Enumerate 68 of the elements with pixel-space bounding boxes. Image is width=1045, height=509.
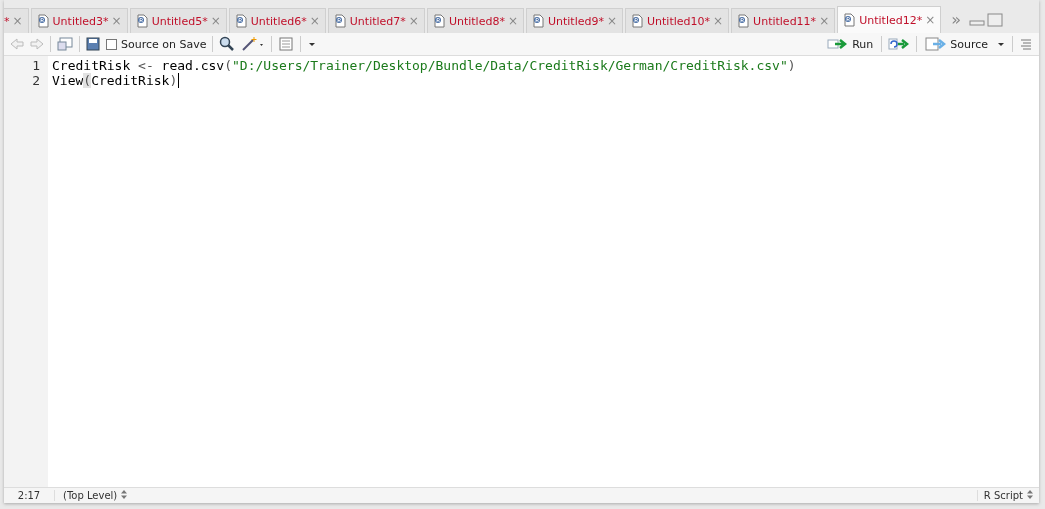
tab-title: Untitled3*	[52, 14, 109, 28]
scope-selector[interactable]: (Top Level)	[63, 490, 128, 501]
cursor-position: 2:17	[4, 490, 55, 501]
tab-overflow-button[interactable]: »	[951, 10, 962, 29]
editor-tab[interactable]: Untitled3* ×	[30, 8, 128, 33]
up-down-arrows-icon	[121, 490, 128, 499]
dropdown-caret-icon[interactable]	[307, 40, 318, 48]
code-token: (	[83, 73, 92, 88]
code-token: View	[52, 73, 84, 88]
tab-title: Untitled5*	[151, 14, 208, 28]
code-token: )	[169, 73, 178, 88]
close-button[interactable]: ×	[713, 14, 724, 28]
close-button[interactable]: ×	[111, 14, 122, 28]
save-icon[interactable]	[86, 37, 100, 51]
editor-tab[interactable]: Untitled10* ×	[625, 8, 730, 33]
code-token: CreditRisk	[52, 58, 132, 73]
tab-title: Untitled12*	[859, 13, 923, 27]
up-down-arrows-icon	[1027, 490, 1033, 499]
dropdown-caret-icon[interactable]	[996, 40, 1006, 48]
editor-tab[interactable]: Untitled11* ×	[731, 8, 836, 33]
tab-title: *	[4, 14, 10, 28]
r-file-icon	[531, 14, 545, 28]
line-number: 2	[31, 73, 40, 88]
checkbox[interactable]	[106, 38, 117, 50]
close-button[interactable]: ×	[507, 14, 518, 28]
source-button[interactable]: Source	[923, 34, 990, 54]
close-button[interactable]: ×	[309, 14, 320, 28]
file-type-selector[interactable]: R Script	[976, 490, 1039, 501]
tab-title: Untitled11*	[753, 14, 817, 28]
editor-tab[interactable]: Untitled7* ×	[327, 8, 425, 33]
r-file-icon	[36, 14, 50, 28]
tab-title: Untitled6*	[250, 14, 307, 28]
search-icon[interactable]	[219, 36, 236, 52]
r-file-icon	[234, 14, 248, 28]
close-button[interactable]: ×	[210, 14, 221, 28]
magic-wand-icon[interactable]	[241, 36, 266, 52]
code-token: (	[224, 58, 233, 73]
code-token: <-	[138, 58, 154, 73]
close-button[interactable]: ×	[12, 14, 23, 28]
close-button[interactable]: ×	[925, 13, 936, 27]
editor-tab[interactable]: Untitled6* ×	[228, 8, 326, 33]
run-button[interactable]: Run	[825, 34, 876, 54]
editor-tab[interactable]: * ×	[4, 8, 29, 33]
r-file-icon	[737, 14, 751, 28]
tab-title: Untitled10*	[647, 14, 711, 28]
editor-tab[interactable]: Untitled12* ×	[837, 6, 942, 33]
editor-tab[interactable]: Untitled5* ×	[129, 8, 227, 33]
close-button[interactable]: ×	[819, 14, 830, 28]
source-arrow-icon	[925, 37, 948, 51]
show-in-window-icon[interactable]	[57, 37, 73, 51]
r-file-icon	[333, 14, 347, 28]
tab-title: Untitled7*	[349, 14, 406, 28]
editor-tab[interactable]: Untitled8* ×	[426, 8, 524, 33]
code-token: )	[787, 58, 796, 73]
rerun-icon[interactable]	[888, 38, 911, 50]
code-token: CreditRisk	[91, 73, 170, 88]
tab-title: Untitled8*	[448, 14, 505, 28]
code-token: read.csv	[160, 58, 225, 73]
r-file-icon	[135, 14, 149, 28]
close-button[interactable]: ×	[408, 14, 419, 28]
r-file-icon	[631, 14, 645, 28]
tab-title: Untitled9*	[547, 14, 604, 28]
line-number: 1	[31, 58, 40, 73]
close-button[interactable]: ×	[606, 14, 618, 28]
r-file-icon	[432, 14, 446, 28]
editor-tab[interactable]: Untitled9* ×	[525, 8, 624, 33]
code-token: "D:/Users/Trainer/Desktop/Bundle/Data/CreditRisk/German/CreditRisk.csv"	[232, 58, 788, 73]
r-file-icon	[843, 13, 857, 27]
